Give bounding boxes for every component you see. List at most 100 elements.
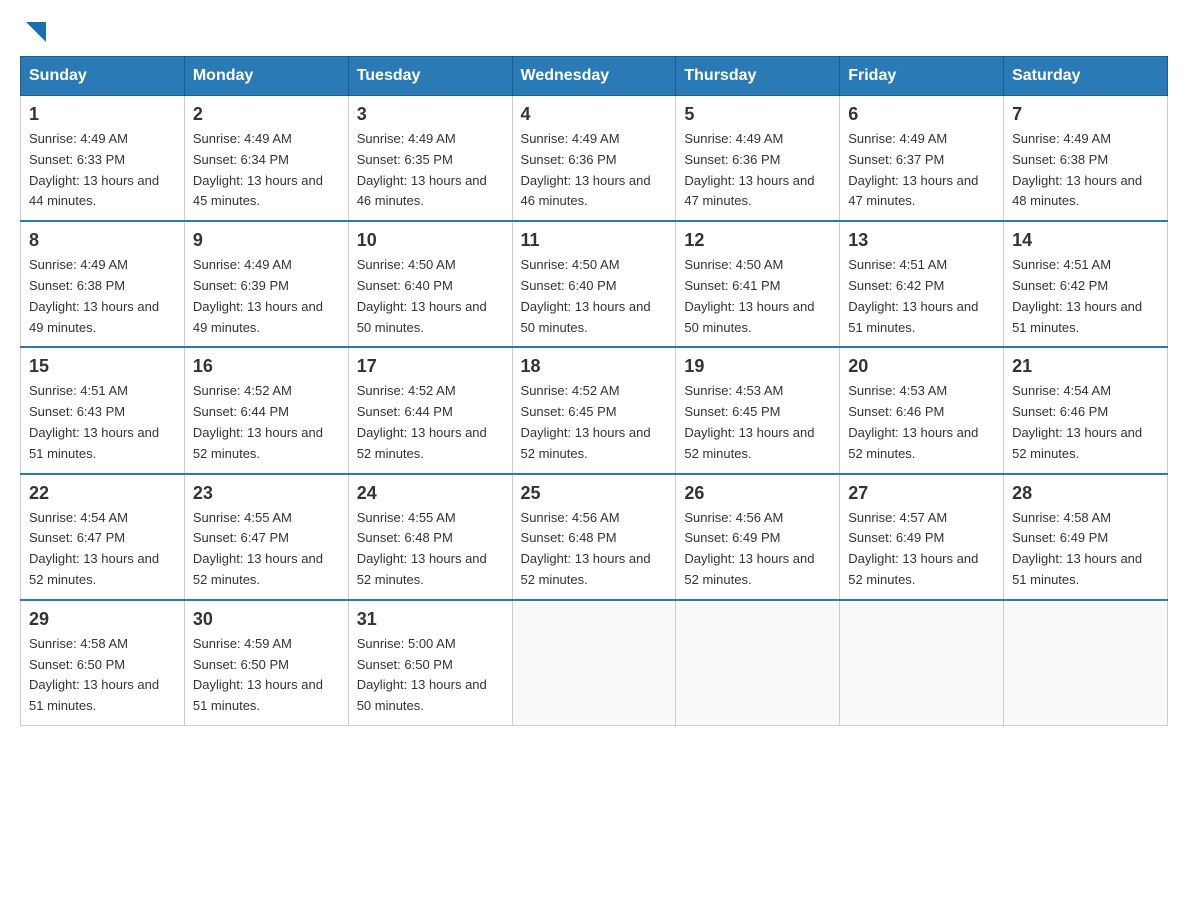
calendar-cell: 1 Sunrise: 4:49 AM Sunset: 6:33 PM Dayli…: [21, 96, 185, 222]
day-info: Sunrise: 4:54 AM Sunset: 6:46 PM Dayligh…: [1012, 381, 1159, 464]
day-number: 26: [684, 483, 831, 504]
calendar-cell: 19 Sunrise: 4:53 AM Sunset: 6:45 PM Dayl…: [676, 347, 840, 473]
calendar-cell: 28 Sunrise: 4:58 AM Sunset: 6:49 PM Dayl…: [1004, 474, 1168, 600]
weekday-header-saturday: Saturday: [1004, 57, 1168, 96]
calendar-cell: 7 Sunrise: 4:49 AM Sunset: 6:38 PM Dayli…: [1004, 96, 1168, 222]
calendar-cell: 12 Sunrise: 4:50 AM Sunset: 6:41 PM Dayl…: [676, 221, 840, 347]
day-number: 10: [357, 230, 504, 251]
day-info: Sunrise: 4:51 AM Sunset: 6:42 PM Dayligh…: [1012, 255, 1159, 338]
day-number: 1: [29, 104, 176, 125]
day-info: Sunrise: 4:49 AM Sunset: 6:35 PM Dayligh…: [357, 129, 504, 212]
day-number: 27: [848, 483, 995, 504]
calendar-cell: 8 Sunrise: 4:49 AM Sunset: 6:38 PM Dayli…: [21, 221, 185, 347]
calendar-cell: 25 Sunrise: 4:56 AM Sunset: 6:48 PM Dayl…: [512, 474, 676, 600]
day-number: 9: [193, 230, 340, 251]
day-number: 31: [357, 609, 504, 630]
calendar-cell: 14 Sunrise: 4:51 AM Sunset: 6:42 PM Dayl…: [1004, 221, 1168, 347]
calendar-cell: [840, 600, 1004, 726]
calendar-cell: 22 Sunrise: 4:54 AM Sunset: 6:47 PM Dayl…: [21, 474, 185, 600]
day-number: 22: [29, 483, 176, 504]
weekday-header-wednesday: Wednesday: [512, 57, 676, 96]
day-number: 28: [1012, 483, 1159, 504]
calendar-week-1: 1 Sunrise: 4:49 AM Sunset: 6:33 PM Dayli…: [21, 96, 1168, 222]
calendar-week-4: 22 Sunrise: 4:54 AM Sunset: 6:47 PM Dayl…: [21, 474, 1168, 600]
calendar-cell: 26 Sunrise: 4:56 AM Sunset: 6:49 PM Dayl…: [676, 474, 840, 600]
day-info: Sunrise: 4:52 AM Sunset: 6:44 PM Dayligh…: [193, 381, 340, 464]
calendar-cell: [676, 600, 840, 726]
day-info: Sunrise: 4:54 AM Sunset: 6:47 PM Dayligh…: [29, 508, 176, 591]
logo: [20, 20, 50, 46]
day-info: Sunrise: 4:55 AM Sunset: 6:47 PM Dayligh…: [193, 508, 340, 591]
day-number: 6: [848, 104, 995, 125]
calendar-week-3: 15 Sunrise: 4:51 AM Sunset: 6:43 PM Dayl…: [21, 347, 1168, 473]
day-info: Sunrise: 4:49 AM Sunset: 6:36 PM Dayligh…: [521, 129, 668, 212]
calendar-cell: 18 Sunrise: 4:52 AM Sunset: 6:45 PM Dayl…: [512, 347, 676, 473]
day-number: 30: [193, 609, 340, 630]
day-info: Sunrise: 4:49 AM Sunset: 6:36 PM Dayligh…: [684, 129, 831, 212]
weekday-header-thursday: Thursday: [676, 57, 840, 96]
weekday-header-monday: Monday: [184, 57, 348, 96]
calendar-cell: 6 Sunrise: 4:49 AM Sunset: 6:37 PM Dayli…: [840, 96, 1004, 222]
day-info: Sunrise: 4:56 AM Sunset: 6:48 PM Dayligh…: [521, 508, 668, 591]
day-info: Sunrise: 4:50 AM Sunset: 6:40 PM Dayligh…: [357, 255, 504, 338]
calendar-week-5: 29 Sunrise: 4:58 AM Sunset: 6:50 PM Dayl…: [21, 600, 1168, 726]
calendar-cell: 2 Sunrise: 4:49 AM Sunset: 6:34 PM Dayli…: [184, 96, 348, 222]
calendar-cell: 24 Sunrise: 4:55 AM Sunset: 6:48 PM Dayl…: [348, 474, 512, 600]
weekday-header-sunday: Sunday: [21, 57, 185, 96]
day-number: 15: [29, 356, 176, 377]
day-number: 21: [1012, 356, 1159, 377]
day-number: 29: [29, 609, 176, 630]
logo-arrow-icon: [22, 18, 50, 46]
weekday-header-friday: Friday: [840, 57, 1004, 96]
day-number: 14: [1012, 230, 1159, 251]
calendar-cell: 29 Sunrise: 4:58 AM Sunset: 6:50 PM Dayl…: [21, 600, 185, 726]
day-info: Sunrise: 4:52 AM Sunset: 6:44 PM Dayligh…: [357, 381, 504, 464]
day-number: 17: [357, 356, 504, 377]
calendar-cell: 31 Sunrise: 5:00 AM Sunset: 6:50 PM Dayl…: [348, 600, 512, 726]
calendar-cell: 16 Sunrise: 4:52 AM Sunset: 6:44 PM Dayl…: [184, 347, 348, 473]
day-number: 18: [521, 356, 668, 377]
calendar-cell: 11 Sunrise: 4:50 AM Sunset: 6:40 PM Dayl…: [512, 221, 676, 347]
day-info: Sunrise: 4:53 AM Sunset: 6:46 PM Dayligh…: [848, 381, 995, 464]
day-info: Sunrise: 4:49 AM Sunset: 6:38 PM Dayligh…: [29, 255, 176, 338]
day-info: Sunrise: 4:53 AM Sunset: 6:45 PM Dayligh…: [684, 381, 831, 464]
day-number: 16: [193, 356, 340, 377]
calendar-table: SundayMondayTuesdayWednesdayThursdayFrid…: [20, 56, 1168, 726]
day-number: 19: [684, 356, 831, 377]
calendar-cell: 20 Sunrise: 4:53 AM Sunset: 6:46 PM Dayl…: [840, 347, 1004, 473]
day-number: 23: [193, 483, 340, 504]
day-number: 3: [357, 104, 504, 125]
day-info: Sunrise: 4:51 AM Sunset: 6:43 PM Dayligh…: [29, 381, 176, 464]
day-number: 7: [1012, 104, 1159, 125]
day-number: 8: [29, 230, 176, 251]
calendar-cell: 13 Sunrise: 4:51 AM Sunset: 6:42 PM Dayl…: [840, 221, 1004, 347]
day-number: 24: [357, 483, 504, 504]
calendar-cell: 3 Sunrise: 4:49 AM Sunset: 6:35 PM Dayli…: [348, 96, 512, 222]
calendar-cell: 4 Sunrise: 4:49 AM Sunset: 6:36 PM Dayli…: [512, 96, 676, 222]
day-number: 13: [848, 230, 995, 251]
day-number: 20: [848, 356, 995, 377]
calendar-cell: [512, 600, 676, 726]
day-info: Sunrise: 4:57 AM Sunset: 6:49 PM Dayligh…: [848, 508, 995, 591]
day-number: 4: [521, 104, 668, 125]
calendar-cell: 9 Sunrise: 4:49 AM Sunset: 6:39 PM Dayli…: [184, 221, 348, 347]
day-number: 2: [193, 104, 340, 125]
day-number: 5: [684, 104, 831, 125]
day-info: Sunrise: 4:49 AM Sunset: 6:39 PM Dayligh…: [193, 255, 340, 338]
calendar-cell: [1004, 600, 1168, 726]
day-info: Sunrise: 4:49 AM Sunset: 6:33 PM Dayligh…: [29, 129, 176, 212]
day-info: Sunrise: 4:55 AM Sunset: 6:48 PM Dayligh…: [357, 508, 504, 591]
day-info: Sunrise: 4:56 AM Sunset: 6:49 PM Dayligh…: [684, 508, 831, 591]
day-number: 25: [521, 483, 668, 504]
calendar-cell: 21 Sunrise: 4:54 AM Sunset: 6:46 PM Dayl…: [1004, 347, 1168, 473]
day-info: Sunrise: 4:58 AM Sunset: 6:50 PM Dayligh…: [29, 634, 176, 717]
calendar-cell: 23 Sunrise: 4:55 AM Sunset: 6:47 PM Dayl…: [184, 474, 348, 600]
day-info: Sunrise: 4:50 AM Sunset: 6:40 PM Dayligh…: [521, 255, 668, 338]
weekday-header-row: SundayMondayTuesdayWednesdayThursdayFrid…: [21, 57, 1168, 96]
calendar-cell: 17 Sunrise: 4:52 AM Sunset: 6:44 PM Dayl…: [348, 347, 512, 473]
day-info: Sunrise: 4:59 AM Sunset: 6:50 PM Dayligh…: [193, 634, 340, 717]
calendar-week-2: 8 Sunrise: 4:49 AM Sunset: 6:38 PM Dayli…: [21, 221, 1168, 347]
day-info: Sunrise: 4:49 AM Sunset: 6:34 PM Dayligh…: [193, 129, 340, 212]
day-info: Sunrise: 4:49 AM Sunset: 6:37 PM Dayligh…: [848, 129, 995, 212]
calendar-cell: 30 Sunrise: 4:59 AM Sunset: 6:50 PM Dayl…: [184, 600, 348, 726]
